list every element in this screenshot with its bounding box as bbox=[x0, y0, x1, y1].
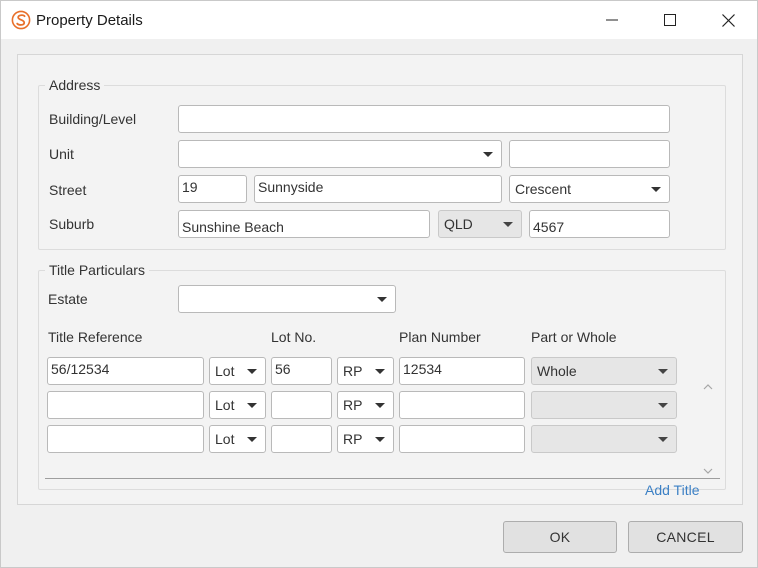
street-name-input[interactable]: Sunnyside bbox=[254, 175, 502, 203]
chevron-down-icon bbox=[658, 437, 668, 442]
street-type-select[interactable]: Crescent bbox=[509, 175, 670, 203]
lot-number-input[interactable]: 56 bbox=[271, 357, 332, 385]
chevron-down-icon bbox=[658, 403, 668, 408]
add-title-link[interactable]: Add Title bbox=[645, 482, 699, 498]
lot-type-value: Lot bbox=[215, 363, 235, 379]
title-particulars-legend: Title Particulars bbox=[49, 262, 145, 278]
plan-type-value: RP bbox=[343, 397, 363, 413]
details-panel: Address Building/Level Unit Street 19 Su… bbox=[17, 54, 743, 505]
column-header-title-reference: Title Reference bbox=[48, 329, 143, 345]
state-select[interactable]: QLD bbox=[438, 210, 522, 238]
window-title: Property Details bbox=[36, 12, 143, 29]
minimize-icon bbox=[606, 14, 618, 26]
chevron-down-icon bbox=[658, 369, 668, 374]
chevron-down-icon bbox=[375, 403, 385, 408]
chevron-down-icon bbox=[247, 403, 257, 408]
street-number-input[interactable]: 19 bbox=[178, 175, 247, 203]
plan-type-value: RP bbox=[343, 431, 363, 447]
title-reference-input[interactable]: 56/12534 bbox=[47, 357, 204, 385]
chevron-down-icon bbox=[483, 152, 493, 157]
lot-type-select[interactable]: Lot bbox=[209, 391, 266, 419]
part-or-whole-select[interactable]: Whole bbox=[531, 357, 677, 385]
address-legend: Address bbox=[49, 77, 101, 93]
divider bbox=[45, 478, 720, 479]
chevron-down-icon bbox=[375, 437, 385, 442]
maximize-icon bbox=[664, 14, 676, 26]
postcode-input[interactable]: 4567 bbox=[529, 210, 670, 238]
title-reference-input[interactable] bbox=[47, 425, 204, 453]
building-level-input[interactable] bbox=[178, 105, 670, 133]
street-label: Street bbox=[49, 182, 87, 198]
lot-number-input[interactable] bbox=[271, 425, 332, 453]
column-header-part-or-whole: Part or Whole bbox=[531, 329, 617, 345]
chevron-down-icon bbox=[651, 187, 661, 192]
title-rows-scrollbar[interactable] bbox=[701, 373, 715, 475]
scroll-down-icon[interactable] bbox=[703, 461, 713, 477]
lot-type-value: Lot bbox=[215, 431, 235, 447]
part-or-whole-select[interactable] bbox=[531, 391, 677, 419]
building-level-label: Building/Level bbox=[49, 111, 137, 127]
lot-type-value: Lot bbox=[215, 397, 235, 413]
lot-type-select[interactable]: Lot bbox=[209, 357, 266, 385]
unit-number-input[interactable] bbox=[509, 140, 670, 168]
maximize-button[interactable] bbox=[641, 1, 699, 39]
chevron-down-icon bbox=[247, 437, 257, 442]
unit-type-select[interactable] bbox=[178, 140, 502, 168]
chevron-down-icon bbox=[377, 297, 387, 302]
title-reference-input[interactable] bbox=[47, 391, 204, 419]
lot-type-select[interactable]: Lot bbox=[209, 425, 266, 453]
chevron-down-icon bbox=[247, 369, 257, 374]
minimize-button[interactable] bbox=[583, 1, 641, 39]
plan-number-input[interactable]: 12534 bbox=[399, 357, 525, 385]
lot-number-input[interactable] bbox=[271, 391, 332, 419]
chevron-down-icon bbox=[503, 222, 513, 227]
state-value: QLD bbox=[444, 216, 473, 232]
part-or-whole-select[interactable] bbox=[531, 425, 677, 453]
column-header-plan-number: Plan Number bbox=[399, 329, 481, 345]
plan-number-input[interactable] bbox=[399, 425, 525, 453]
unit-label: Unit bbox=[49, 146, 74, 162]
property-details-dialog: Property Details Address Building/Level bbox=[0, 0, 758, 568]
street-type-value: Crescent bbox=[515, 181, 572, 197]
chevron-down-icon bbox=[375, 369, 385, 374]
plan-type-select[interactable]: RP bbox=[337, 391, 394, 419]
plan-type-value: RP bbox=[343, 363, 363, 379]
ok-button[interactable]: OK bbox=[503, 521, 617, 553]
close-icon bbox=[721, 13, 735, 27]
estate-select[interactable] bbox=[178, 285, 396, 313]
suburb-input[interactable]: Sunshine Beach bbox=[178, 210, 430, 238]
plan-number-input[interactable] bbox=[399, 391, 525, 419]
part-or-whole-value: Whole bbox=[537, 363, 577, 379]
s-logo-icon bbox=[11, 10, 31, 30]
suburb-label: Suburb bbox=[49, 216, 95, 232]
scroll-up-icon[interactable] bbox=[703, 377, 713, 393]
title-bar: Property Details bbox=[1, 1, 757, 39]
column-header-lot-no: Lot No. bbox=[271, 329, 317, 345]
dialog-body: Address Building/Level Unit Street 19 Su… bbox=[1, 39, 757, 567]
plan-type-select[interactable]: RP bbox=[337, 357, 394, 385]
cancel-button[interactable]: CANCEL bbox=[628, 521, 743, 553]
close-button[interactable] bbox=[699, 1, 757, 39]
plan-type-select[interactable]: RP bbox=[337, 425, 394, 453]
estate-label: Estate bbox=[48, 291, 88, 307]
